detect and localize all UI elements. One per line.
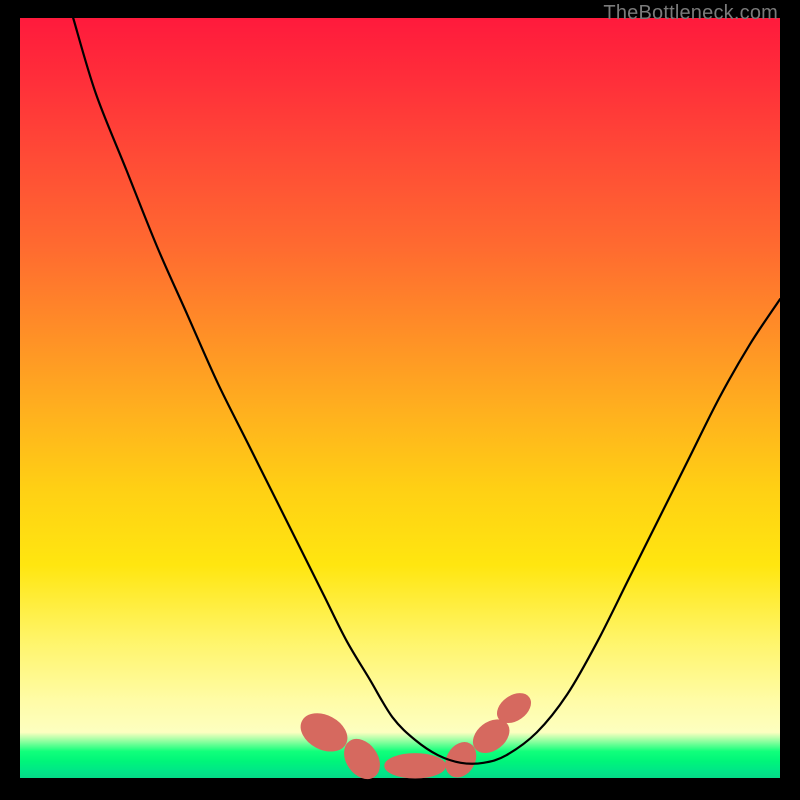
chart-frame: TheBottleneck.com	[0, 0, 800, 800]
watermark-text: TheBottleneck.com	[603, 2, 778, 25]
curve-segments	[295, 688, 536, 785]
seg-bottom	[385, 754, 446, 778]
plot-area	[20, 18, 780, 778]
chart-svg	[20, 18, 780, 778]
bottleneck-curve	[73, 18, 780, 764]
